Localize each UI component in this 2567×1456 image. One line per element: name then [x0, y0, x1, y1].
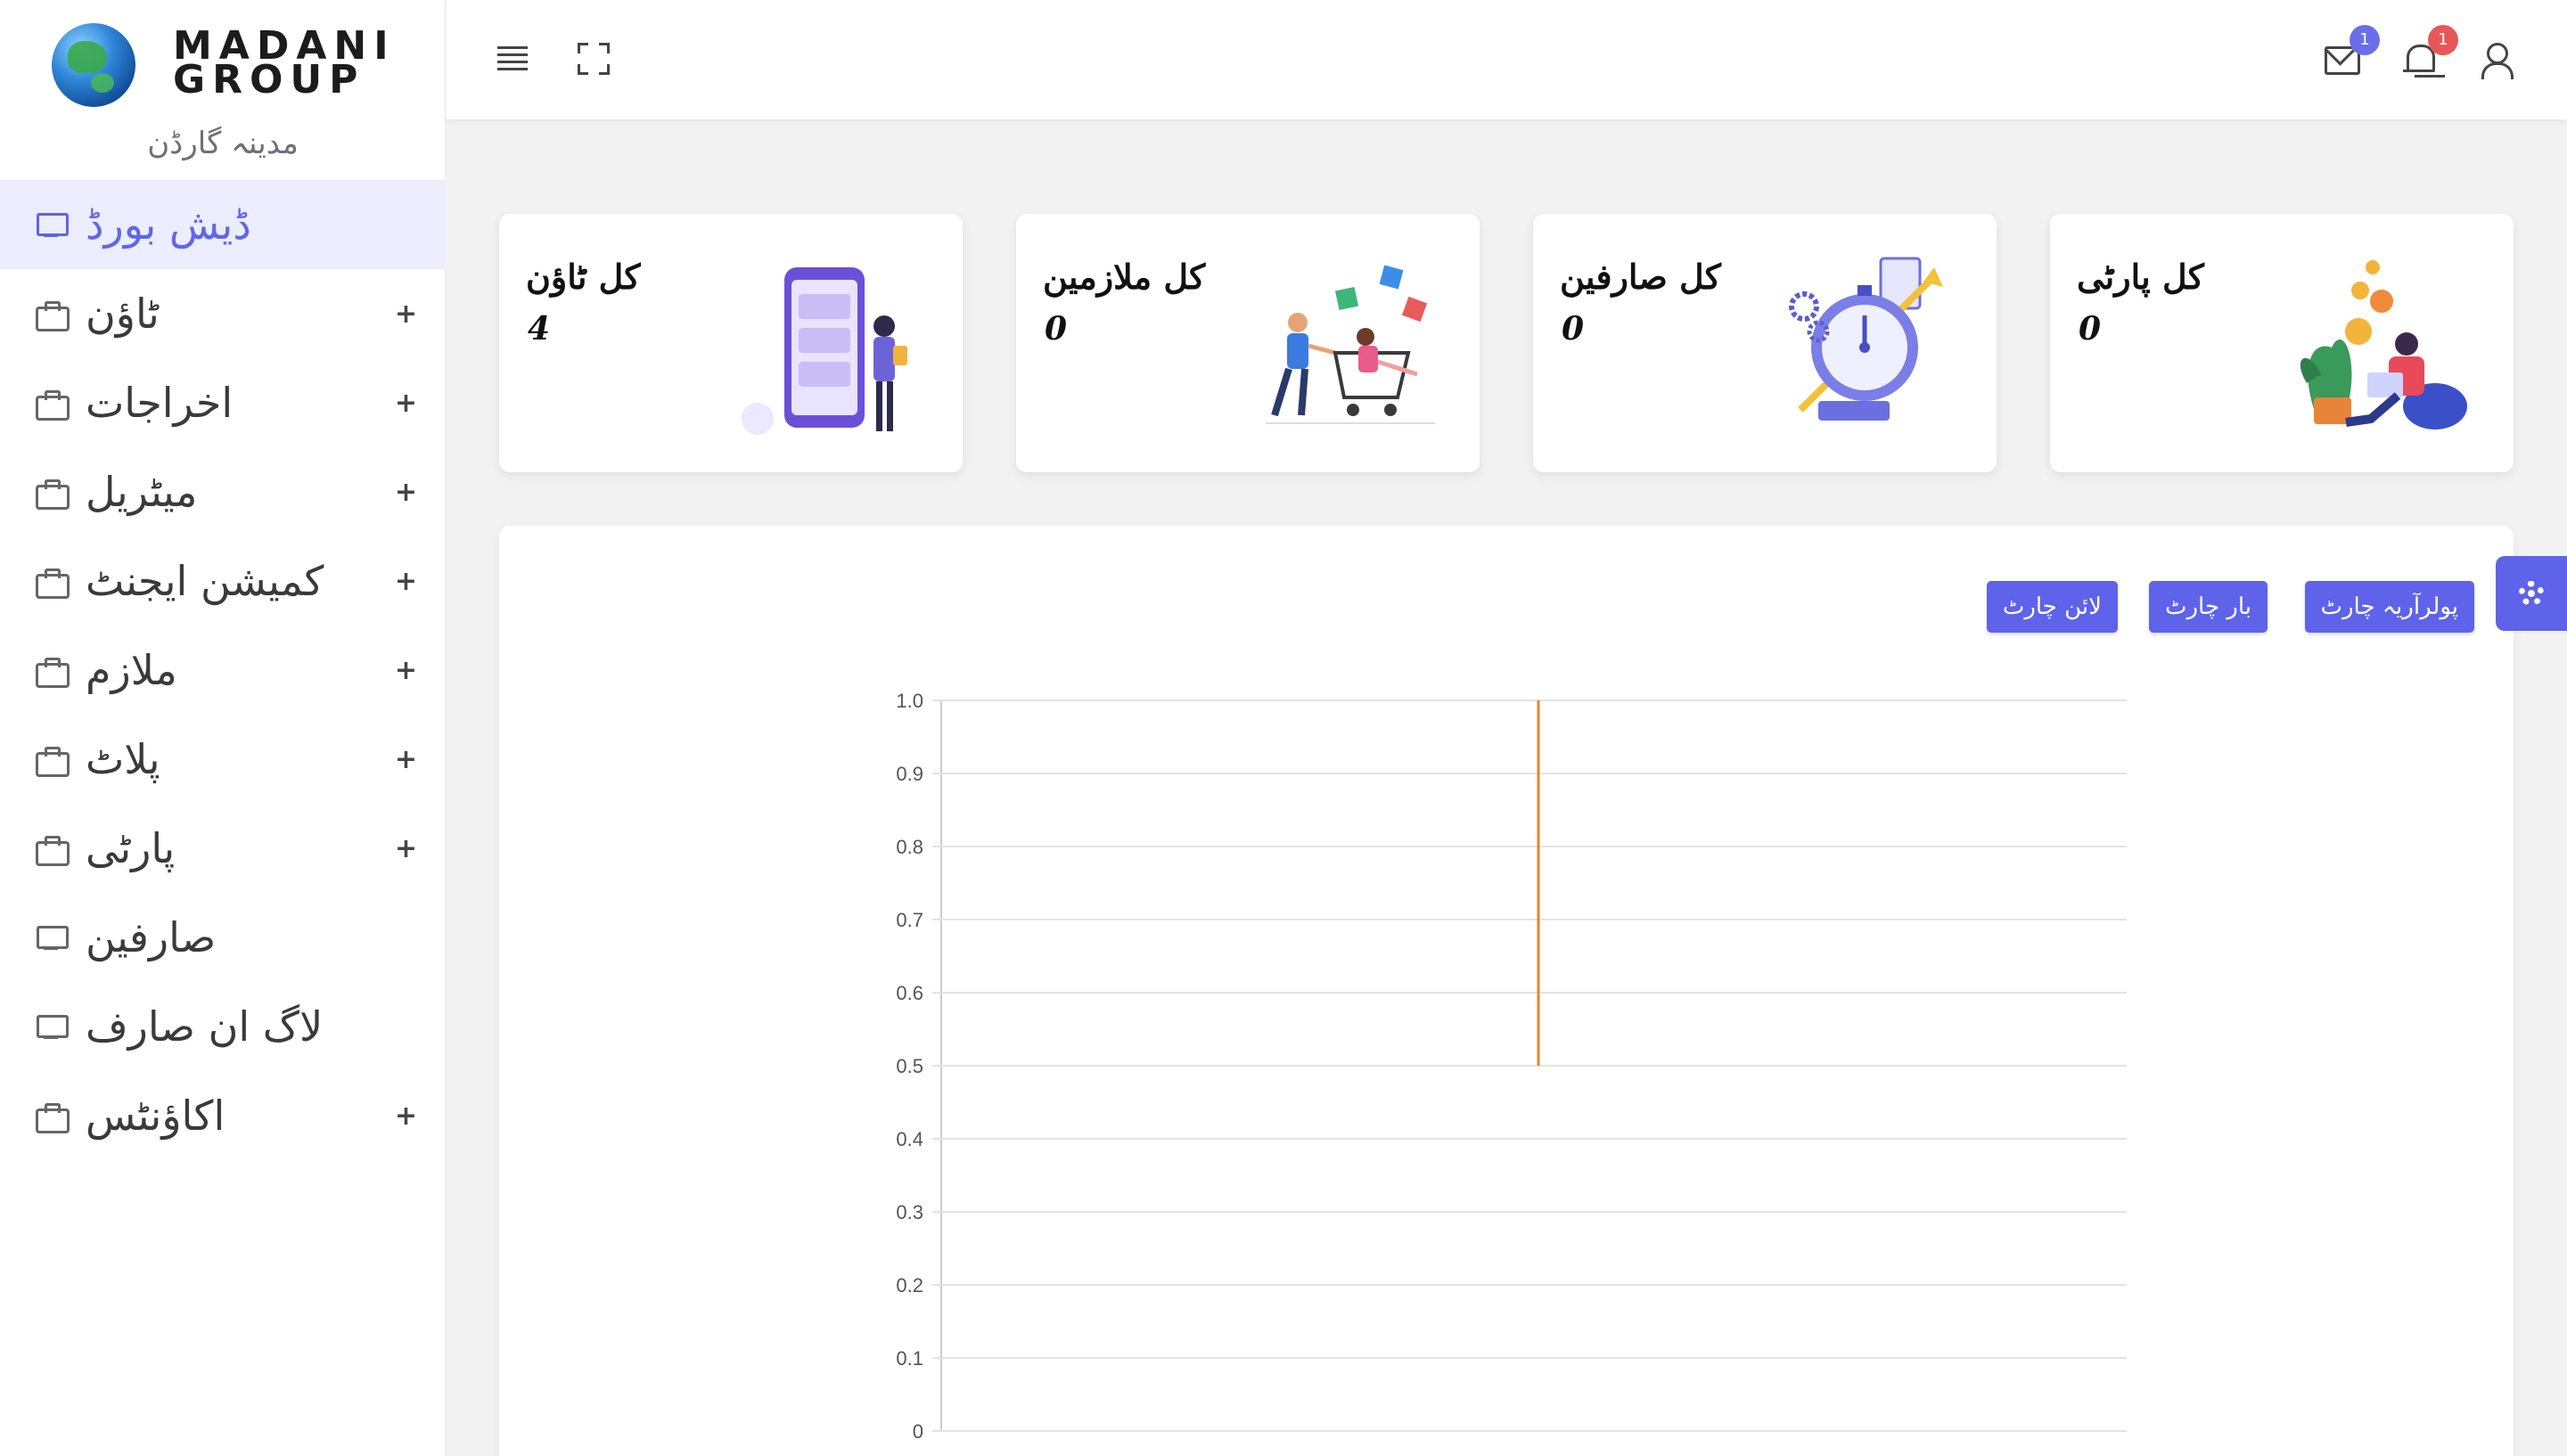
- briefcase-icon: [36, 657, 70, 688]
- y-tick-label: 0.1: [896, 1347, 923, 1370]
- expand-plus-icon[interactable]: +: [395, 299, 417, 330]
- sidebar-item-label: ملازم: [86, 646, 177, 694]
- sidebar-item-label: کمیشن ایجنٹ: [86, 557, 324, 605]
- stat-card-parties[interactable]: کل پارٹی 0: [2050, 214, 2514, 472]
- monitor-icon: [36, 924, 69, 951]
- y-tick-label: 0: [913, 1420, 923, 1443]
- briefcase-icon: [36, 835, 70, 866]
- expand-plus-icon[interactable]: +: [395, 477, 417, 508]
- briefcase-icon: [36, 389, 70, 421]
- notification-count-badge: 1: [2428, 25, 2458, 55]
- stopwatch-illustration: [1789, 257, 1943, 421]
- expand-plus-icon[interactable]: +: [395, 566, 417, 597]
- brand-logo[interactable]: MADANI GROUP: [52, 20, 417, 118]
- y-tick-label: 0.7: [896, 909, 923, 931]
- sidebar-item-label: میٹریل: [86, 468, 198, 516]
- sidebar-item-label: صارفین: [86, 913, 217, 961]
- sidebar-item-expenses[interactable]: اخراجات +: [0, 358, 446, 447]
- sidebar-item-employee[interactable]: ملازم +: [0, 626, 446, 715]
- sidebar-item-label: ٹاؤن: [86, 290, 160, 338]
- top-navbar: 1 1: [446, 0, 2567, 119]
- briefcase-icon: [36, 300, 70, 331]
- briefcase-icon: [36, 568, 70, 599]
- line-chart: 1.0 0.9 0.8 0.7 0.6 0.5 0.4 0.3 0.2 0.1 0: [896, 690, 2127, 1443]
- sidebar-item-accounts[interactable]: اکاؤنٹس +: [0, 1071, 446, 1160]
- sidebar-item-label: ڈیش بورڈ: [86, 200, 251, 249]
- globe-logo-icon: [52, 23, 135, 107]
- mail-count-badge: 1: [2350, 25, 2380, 55]
- shopping-cart-illustration: [1266, 265, 1435, 424]
- sidebar-item-plot[interactable]: پلاٹ +: [0, 715, 446, 804]
- y-tick-label: 1.0: [896, 690, 923, 712]
- menu-icon[interactable]: [497, 46, 528, 71]
- sidebar-item-dashboard[interactable]: ڈیش بورڈ: [0, 180, 446, 269]
- user-icon[interactable]: [2478, 41, 2515, 79]
- sidebar-item-town[interactable]: ٹاؤن +: [0, 269, 446, 358]
- briefcase-icon: [36, 746, 70, 777]
- card-value: 0: [1562, 310, 1585, 348]
- card-value: 0: [2079, 310, 2102, 348]
- sidebar-item-label: پلاٹ: [86, 735, 160, 783]
- expand-plus-icon[interactable]: +: [395, 833, 417, 864]
- sidebar-item-commission-agent[interactable]: کمیشن ایجنٹ +: [0, 536, 446, 626]
- sidebar-item-label: اکاؤنٹس: [86, 1092, 226, 1140]
- y-tick-label: 0.8: [896, 836, 923, 858]
- card-value: 0: [1045, 310, 1068, 348]
- card-value: 4: [528, 310, 551, 348]
- card-title: کل پارٹی: [2077, 257, 2204, 297]
- briefcase-icon: [36, 479, 70, 510]
- sidebar-item-material[interactable]: میٹریل +: [0, 447, 446, 536]
- sidebar-item-label: لاگ ان صارف: [86, 1002, 324, 1051]
- stat-card-towns[interactable]: کل ٹاؤن 4: [499, 214, 963, 472]
- sidebar-item-login-user[interactable]: لاگ ان صارف: [0, 982, 446, 1071]
- monitor-icon: [36, 211, 69, 238]
- stat-card-users[interactable]: کل صارفین 0: [1533, 214, 1997, 472]
- brand-name-line2: GROUP: [173, 57, 365, 102]
- sidebar-item-label: پارٹی: [86, 824, 176, 872]
- sidebar-item-users[interactable]: صارفین: [0, 893, 446, 982]
- site-subtitle: مدینہ گارڈن: [147, 126, 299, 161]
- card-title: کل صارفین: [1560, 257, 1721, 297]
- stat-card-employees[interactable]: کل ملازمین 0: [1016, 214, 1480, 472]
- y-tick-label: 0.3: [896, 1201, 923, 1223]
- sidebar-item-label: اخراجات: [86, 379, 234, 427]
- expand-plus-icon[interactable]: +: [395, 1100, 417, 1132]
- sidebar: MADANI GROUP مدینہ گارڈن ڈیش بورڈ ٹاؤن +…: [0, 0, 446, 1456]
- expand-plus-icon[interactable]: +: [395, 655, 417, 686]
- gear-icon: [2519, 581, 2544, 606]
- briefcase-icon: [36, 1102, 70, 1133]
- monitor-icon: [36, 1013, 69, 1040]
- settings-toggle-button[interactable]: [2496, 556, 2567, 631]
- expand-plus-icon[interactable]: +: [395, 388, 417, 419]
- coins-plant-illustration: [2300, 260, 2467, 429]
- sidebar-nav: ڈیش بورڈ ٹاؤن + اخراجات + میٹریل + کمیشن…: [0, 180, 446, 1160]
- y-tick-label: 0.9: [896, 763, 923, 785]
- expand-plus-icon[interactable]: +: [395, 744, 417, 775]
- fullscreen-icon[interactable]: [578, 43, 610, 75]
- y-tick-label: 0.5: [896, 1055, 923, 1077]
- chart-panel: پولرآریہ چارٹ بار چارٹ لائن چارٹ 1.0 0.9 0…: [499, 526, 2514, 1456]
- y-tick-label: 0.4: [896, 1128, 923, 1150]
- card-title: کل ملازمین: [1043, 257, 1206, 297]
- phone-app-illustration: [742, 267, 907, 435]
- card-title: کل ٹاؤن: [526, 257, 641, 297]
- sidebar-item-party[interactable]: پارٹی +: [0, 804, 446, 893]
- y-tick-label: 0.2: [896, 1274, 923, 1296]
- y-tick-label: 0.6: [896, 982, 923, 1004]
